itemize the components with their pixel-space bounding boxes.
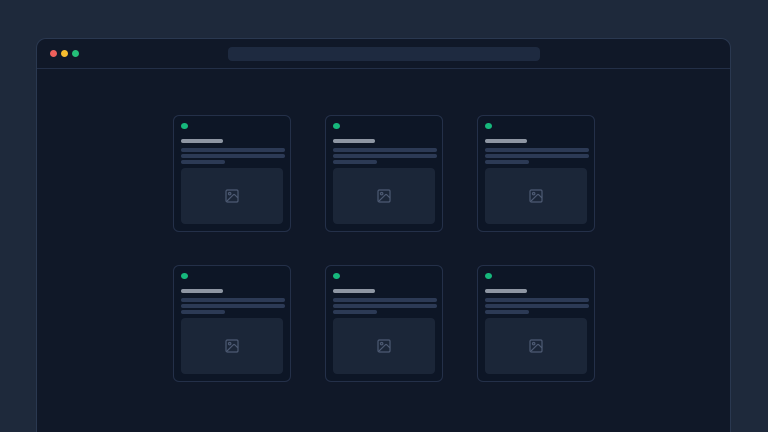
skeleton-line: [485, 160, 529, 164]
image-icon: [528, 188, 544, 204]
page-content: [37, 69, 730, 382]
skeleton-card[interactable]: [477, 265, 595, 382]
skeleton-text-lines: [333, 289, 435, 318]
titlebar: [37, 39, 730, 69]
close-window-button[interactable]: [50, 50, 57, 57]
skeleton-line: [485, 154, 589, 158]
skeleton-card[interactable]: [173, 265, 291, 382]
skeleton-line: [181, 310, 225, 314]
skeleton-text-lines: [181, 139, 283, 168]
skeleton-line: [181, 289, 223, 293]
skeleton-text-lines: [333, 139, 435, 168]
card-grid: [37, 115, 730, 382]
skeleton-line: [333, 154, 437, 158]
skeleton-line: [485, 139, 527, 143]
skeleton-line: [485, 304, 589, 308]
image-placeholder: [485, 168, 587, 224]
image-icon: [224, 338, 240, 354]
status-dot: [181, 273, 188, 279]
status-dot: [485, 123, 492, 129]
skeleton-line: [485, 298, 589, 302]
address-bar[interactable]: [228, 47, 540, 61]
image-placeholder: [181, 318, 283, 374]
zoom-window-button[interactable]: [72, 50, 79, 57]
image-placeholder: [333, 168, 435, 224]
skeleton-card[interactable]: [325, 265, 443, 382]
browser-window: [36, 38, 731, 432]
status-dot: [333, 273, 340, 279]
image-icon: [376, 188, 392, 204]
skeleton-line: [333, 139, 375, 143]
image-placeholder: [181, 168, 283, 224]
skeleton-line: [181, 154, 285, 158]
skeleton-line: [181, 139, 223, 143]
skeleton-line: [485, 310, 529, 314]
skeleton-line: [333, 160, 377, 164]
skeleton-line: [485, 148, 589, 152]
image-icon: [528, 338, 544, 354]
image-icon: [224, 188, 240, 204]
skeleton-line: [333, 289, 375, 293]
skeleton-line: [333, 298, 437, 302]
skeleton-line: [181, 148, 285, 152]
skeleton-line: [333, 148, 437, 152]
skeleton-line: [485, 289, 527, 293]
status-dot: [181, 123, 188, 129]
skeleton-line: [181, 298, 285, 302]
image-placeholder: [333, 318, 435, 374]
skeleton-line: [181, 304, 285, 308]
image-placeholder: [485, 318, 587, 374]
skeleton-card[interactable]: [173, 115, 291, 232]
status-dot: [333, 123, 340, 129]
image-icon: [376, 338, 392, 354]
skeleton-card[interactable]: [477, 115, 595, 232]
skeleton-text-lines: [485, 139, 587, 168]
minimize-window-button[interactable]: [61, 50, 68, 57]
status-dot: [485, 273, 492, 279]
skeleton-line: [181, 160, 225, 164]
skeleton-text-lines: [485, 289, 587, 318]
skeleton-line: [333, 310, 377, 314]
traffic-lights: [50, 50, 79, 57]
skeleton-line: [333, 304, 437, 308]
skeleton-card[interactable]: [325, 115, 443, 232]
skeleton-text-lines: [181, 289, 283, 318]
